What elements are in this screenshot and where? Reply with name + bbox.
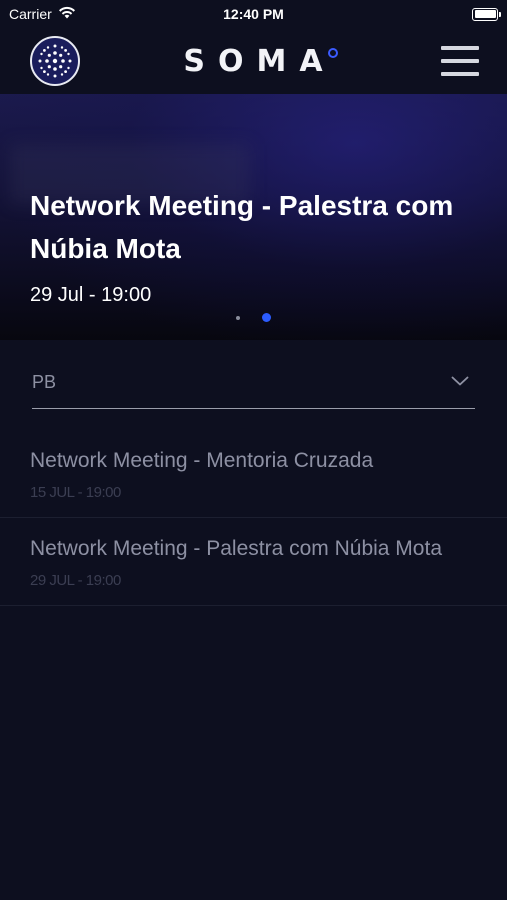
chevron-down-icon (451, 373, 469, 391)
hero-title: Network Meeting - Palestra com Núbia Mot… (30, 190, 454, 264)
carrier-label: Carrier (9, 6, 52, 22)
status-left: Carrier (9, 6, 76, 22)
soma-logo-icon[interactable] (30, 36, 80, 86)
event-list: Network Meeting - Mentoria Cruzada 15 JU… (0, 430, 507, 606)
pagination-dot[interactable] (236, 315, 240, 320)
hero-banner[interactable]: Network Meeting - Palestra com Núbia Mot… (0, 94, 507, 340)
event-date: 29 JUL - 19:00 (30, 572, 121, 589)
brand-text: SOMA (183, 43, 336, 79)
hero-date: 29 Jul - 19:00 (30, 284, 152, 306)
hamburger-menu-icon[interactable] (441, 46, 479, 76)
brand-mark-icon (327, 47, 338, 58)
list-item[interactable]: Network Meeting - Palestra com Núbia Mot… (0, 518, 507, 606)
brand-logo: SOMA (183, 43, 338, 79)
status-bar: Carrier 12:40 PM (0, 0, 507, 28)
pagination-dot-active[interactable] (262, 313, 271, 322)
region-select[interactable]: PB (32, 356, 475, 409)
list-item[interactable]: Network Meeting - Mentoria Cruzada 15 JU… (0, 430, 507, 518)
carousel-pagination[interactable] (236, 313, 271, 322)
region-select-value: PB (32, 371, 57, 392)
wifi-icon (58, 6, 76, 22)
event-title: Network Meeting - Mentoria Cruzada (30, 449, 374, 472)
status-time: 12:40 PM (223, 6, 284, 22)
nav-bar: SOMA (0, 28, 507, 94)
battery-icon (472, 7, 501, 21)
event-date: 15 JUL - 19:00 (30, 484, 121, 501)
event-title: Network Meeting - Palestra com Núbia Mot… (30, 537, 442, 560)
